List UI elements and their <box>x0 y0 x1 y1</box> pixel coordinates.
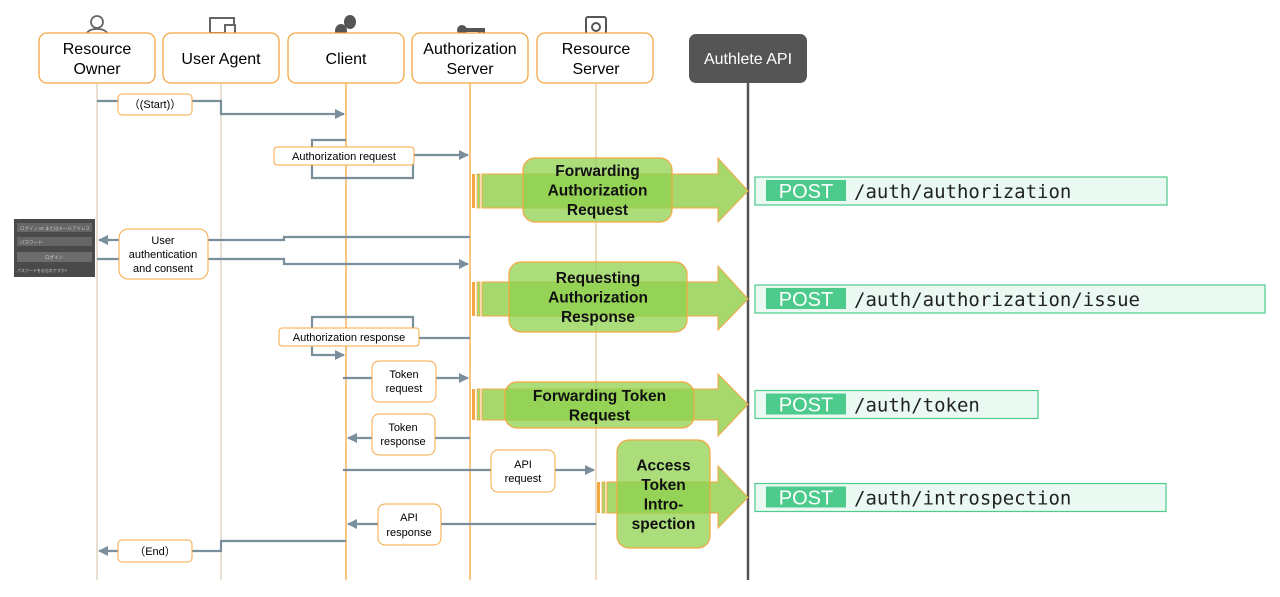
svg-text:Token: Token <box>389 369 418 381</box>
step-label: spection <box>632 516 696 533</box>
step-label: Token <box>641 477 686 494</box>
svg-text:（(Start)）: （(Start)） <box>129 98 182 111</box>
participant-label: Owner <box>73 61 121 78</box>
svg-text:request: request <box>505 473 542 485</box>
svg-text:User: User <box>151 235 175 247</box>
svg-text:request: request <box>386 383 423 395</box>
step-label: Response <box>561 309 635 326</box>
svg-text:response: response <box>386 527 431 539</box>
step-1: Forwarding Authorization Request POST/auth/… <box>472 156 1168 224</box>
svg-text:ログイン: ログイン <box>45 254 63 261</box>
step-label: Authorization <box>548 290 648 307</box>
http-method: POST <box>779 488 833 510</box>
participant-authlete-api: Authlete API <box>689 34 807 83</box>
http-method: POST <box>779 289 833 311</box>
participant-resource-server: Resource Server <box>536 32 654 84</box>
label-user-authentication: User authentication and consent <box>118 228 209 280</box>
endpoint-2: POST/auth/authorization/issue <box>754 284 1266 314</box>
endpoint-path: /auth/introspection <box>854 488 1071 510</box>
label-api-response: API response <box>377 503 442 546</box>
svg-text:ログイン ID またはメールアドレス: ログイン ID またはメールアドレス <box>20 225 90 232</box>
participant-label: Authlete API <box>704 51 792 68</box>
step-label: Forwarding Token <box>533 388 666 405</box>
endpoint-3: POST/auth/token <box>754 389 1039 420</box>
participant-label: Authorization <box>423 41 516 58</box>
arrow-stripe <box>472 282 475 316</box>
svg-text:API: API <box>514 459 532 471</box>
svg-text:パスワード: パスワード <box>20 240 43 245</box>
svg-text:Authorization response: Authorization response <box>293 332 406 344</box>
label-end: （End） <box>117 539 193 563</box>
endpoint-1: POST/auth/authorization <box>754 176 1168 206</box>
label-authorization-response: Authorization response <box>278 327 420 347</box>
arrow-stripe <box>476 173 481 209</box>
svg-text:Authorization request: Authorization request <box>292 151 396 163</box>
step-label: Forwarding <box>555 163 639 180</box>
label-token-request: Token request <box>371 360 437 403</box>
step-2: Requesting Authorization Response POST/auth… <box>472 261 1266 333</box>
participant-label: Server <box>572 61 620 78</box>
http-method: POST <box>779 395 833 417</box>
label-start: （(Start)） <box>117 93 193 116</box>
svg-text:パスワードをお忘れですか?: パスワードをお忘れですか? <box>17 267 68 273</box>
step-label: Authorization <box>548 183 648 200</box>
step-label: Intro- <box>644 496 684 513</box>
participant-client: Client <box>287 32 405 84</box>
participant-label: User Agent <box>181 51 261 68</box>
step-label: Access <box>636 457 690 474</box>
svg-text:and consent: and consent <box>133 263 193 275</box>
svg-text:Token: Token <box>388 422 417 434</box>
svg-text:authentication: authentication <box>129 249 198 261</box>
svg-text:API: API <box>400 512 418 524</box>
arrow-stripe <box>597 482 600 513</box>
step-label: Request <box>569 407 630 424</box>
step-3: Forwarding Token Request POST/auth/token <box>472 372 1039 438</box>
participant-label: Resource <box>63 41 132 58</box>
login-form-thumbnail: ログイン ID またはメールアドレス パスワード ログイン パスワードをお忘れで… <box>14 219 95 277</box>
api-steps: Forwarding Authorization Request POST/auth/… <box>472 156 1266 549</box>
arrow-stripe <box>472 389 475 420</box>
http-method: POST <box>779 181 833 203</box>
arrow-stripe <box>476 281 481 317</box>
arrow-stripe <box>472 174 475 208</box>
participant-resource-owner: Resource Owner <box>38 32 156 84</box>
participant-label: Client <box>326 51 367 68</box>
sequence-diagram: Resource Owner User Agent Client Authori… <box>14 15 1266 580</box>
label-authorization-request: Authorization request <box>273 146 415 166</box>
label-api-request: API request <box>490 449 556 493</box>
arrow-stripe <box>476 388 481 421</box>
endpoint-path: /auth/authorization <box>854 181 1071 203</box>
endpoint-path: /auth/token <box>854 395 980 417</box>
endpoint-path: /auth/authorization/issue <box>854 289 1140 311</box>
participant-label: Server <box>446 61 494 78</box>
label-token-response: Token response <box>371 413 436 456</box>
svg-text:（End）: （End） <box>134 545 176 558</box>
participant-authorization-server: Authorization Server <box>411 32 529 84</box>
endpoint-4: POST/auth/introspection <box>754 482 1167 513</box>
step-label: Requesting <box>556 270 640 287</box>
participant-label: Resource <box>562 41 631 58</box>
message-labels: （(Start)） Authorization request User aut… <box>117 93 556 563</box>
arrow-stripe <box>601 481 606 514</box>
step-label: Request <box>567 202 628 219</box>
participant-user-agent: User Agent <box>162 32 280 84</box>
svg-text:response: response <box>380 436 425 448</box>
step-4: Access Token Intro-spection POST/auth/intro… <box>597 439 1167 549</box>
